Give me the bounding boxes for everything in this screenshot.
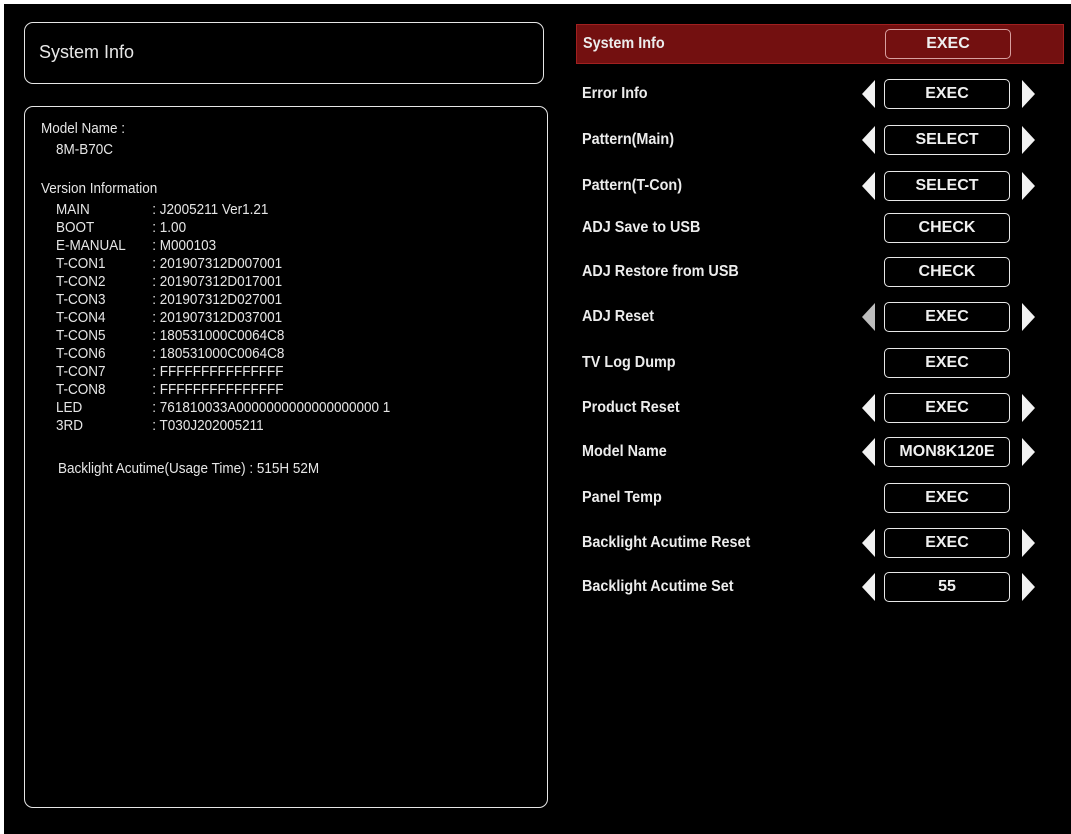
menu-item-pattern-main[interactable]: Pattern(Main) SELECT <box>576 120 1064 160</box>
page-title-box: System Info <box>24 22 544 84</box>
exec-button[interactable]: EXEC <box>884 393 1010 423</box>
version-value: : 761810033A0000000000000000000 1 <box>152 399 391 416</box>
version-value: : 201907312D037001 <box>152 309 283 326</box>
version-key: 3RD <box>56 417 84 434</box>
menu-item-adj-save-usb[interactable]: ADJ Save to USB CHECK <box>576 208 1064 248</box>
arrow-left-icon[interactable] <box>862 394 875 422</box>
version-value: : J2005211 Ver1.21 <box>152 201 269 218</box>
menu-item-error-info[interactable]: Error Info EXEC <box>576 74 1064 114</box>
menu-item-panel-temp[interactable]: Panel Temp EXEC <box>576 478 1064 518</box>
version-value: : 180531000C0064C8 <box>152 327 285 344</box>
version-key: T-CON4 <box>56 309 106 326</box>
version-key: LED <box>56 399 83 416</box>
service-menu-screen: System Info Model Name : 8M-B70C Version… <box>4 4 1071 834</box>
version-key: T-CON6 <box>56 345 106 362</box>
model-name-value: 8M-B70C <box>56 141 114 158</box>
menu-item-label: TV Log Dump <box>582 354 676 371</box>
menu-item-backlight-acutime-set[interactable]: Backlight Acutime Set 55 <box>576 567 1064 607</box>
menu-item-label: Pattern(Main) <box>582 131 675 148</box>
menu-item-label: Product Reset <box>582 399 680 416</box>
version-key: BOOT <box>56 219 95 236</box>
menu-item-adj-reset[interactable]: ADJ Reset EXEC <box>576 297 1064 337</box>
menu-item-label: Error Info <box>582 85 648 102</box>
menu-item-system-info[interactable]: System Info EXEC <box>576 24 1064 64</box>
select-button[interactable]: SELECT <box>884 125 1010 155</box>
menu-item-label: ADJ Save to USB <box>582 219 701 236</box>
arrow-left-icon[interactable] <box>862 573 875 601</box>
version-key: MAIN <box>56 201 90 218</box>
menu-item-label: Backlight Acutime Reset <box>582 534 751 551</box>
version-key: T-CON2 <box>56 273 106 290</box>
version-key: T-CON8 <box>56 381 106 398</box>
version-value: : 1.00 <box>152 219 187 236</box>
exec-button[interactable]: EXEC <box>884 483 1010 513</box>
arrow-left-icon[interactable] <box>862 126 875 154</box>
menu-item-label: Model Name <box>582 443 667 460</box>
menu-item-backlight-acutime-reset[interactable]: Backlight Acutime Reset EXEC <box>576 523 1064 563</box>
version-value: : 201907312D007001 <box>152 255 283 272</box>
menu-item-label: Pattern(T-Con) <box>582 177 682 194</box>
model-name-label: Model Name : <box>41 120 126 137</box>
arrow-left-icon[interactable] <box>862 529 875 557</box>
arrow-left-icon[interactable] <box>862 438 875 466</box>
version-value: : M000103 <box>152 237 217 254</box>
arrow-right-icon[interactable] <box>1022 303 1035 331</box>
version-info-heading: Version Information <box>41 180 158 197</box>
exec-button[interactable]: EXEC <box>884 302 1010 332</box>
menu-item-label: ADJ Reset <box>582 308 655 325</box>
arrow-right-icon[interactable] <box>1022 529 1035 557</box>
version-value: : 180531000C0064C8 <box>152 345 285 362</box>
version-key: T-CON5 <box>56 327 106 344</box>
menu-item-adj-restore-usb[interactable]: ADJ Restore from USB CHECK <box>576 252 1064 292</box>
exec-button[interactable]: EXEC <box>884 528 1010 558</box>
version-value: : FFFFFFFFFFFFFFF <box>152 363 284 380</box>
menu-item-label: Panel Temp <box>582 489 662 506</box>
arrow-left-icon[interactable] <box>862 172 875 200</box>
menu-item-tv-log-dump[interactable]: TV Log Dump EXEC <box>576 343 1064 383</box>
arrow-left-icon[interactable] <box>862 80 875 108</box>
model-name-selector[interactable]: MON8K120E <box>884 437 1010 467</box>
select-button[interactable]: SELECT <box>884 171 1010 201</box>
version-key: T-CON3 <box>56 291 106 308</box>
backlight-usage-time: Backlight Acutime(Usage Time) : 515H 52M <box>58 460 320 477</box>
arrow-right-icon[interactable] <box>1022 80 1035 108</box>
menu-item-label: Backlight Acutime Set <box>582 578 734 595</box>
menu-item-label: ADJ Restore from USB <box>582 263 739 280</box>
check-button[interactable]: CHECK <box>884 213 1010 243</box>
version-key: T-CON7 <box>56 363 106 380</box>
arrow-right-icon[interactable] <box>1022 126 1035 154</box>
check-button[interactable]: CHECK <box>884 257 1010 287</box>
page-title: System Info <box>39 42 135 62</box>
version-key: T-CON1 <box>56 255 106 272</box>
system-info-panel <box>24 106 548 808</box>
menu-item-product-reset[interactable]: Product Reset EXEC <box>576 388 1064 428</box>
version-value: : FFFFFFFFFFFFFFF <box>152 381 284 398</box>
arrow-right-icon[interactable] <box>1022 172 1035 200</box>
exec-button[interactable]: EXEC <box>884 79 1010 109</box>
exec-button[interactable]: EXEC <box>885 29 1011 59</box>
value-stepper[interactable]: 55 <box>884 572 1010 602</box>
version-key: E-MANUAL <box>56 237 126 254</box>
menu-item-pattern-tcon[interactable]: Pattern(T-Con) SELECT <box>576 166 1064 206</box>
arrow-right-icon[interactable] <box>1022 573 1035 601</box>
arrow-right-icon[interactable] <box>1022 394 1035 422</box>
arrow-left-icon[interactable] <box>862 303 875 331</box>
menu-item-model-name[interactable]: Model Name MON8K120E <box>576 432 1064 472</box>
arrow-right-icon[interactable] <box>1022 438 1035 466</box>
version-value: : 201907312D017001 <box>152 273 283 290</box>
version-value: : 201907312D027001 <box>152 291 283 308</box>
exec-button[interactable]: EXEC <box>884 348 1010 378</box>
version-value: : T030J202005211 <box>152 417 264 434</box>
menu-item-label: System Info <box>583 35 665 52</box>
